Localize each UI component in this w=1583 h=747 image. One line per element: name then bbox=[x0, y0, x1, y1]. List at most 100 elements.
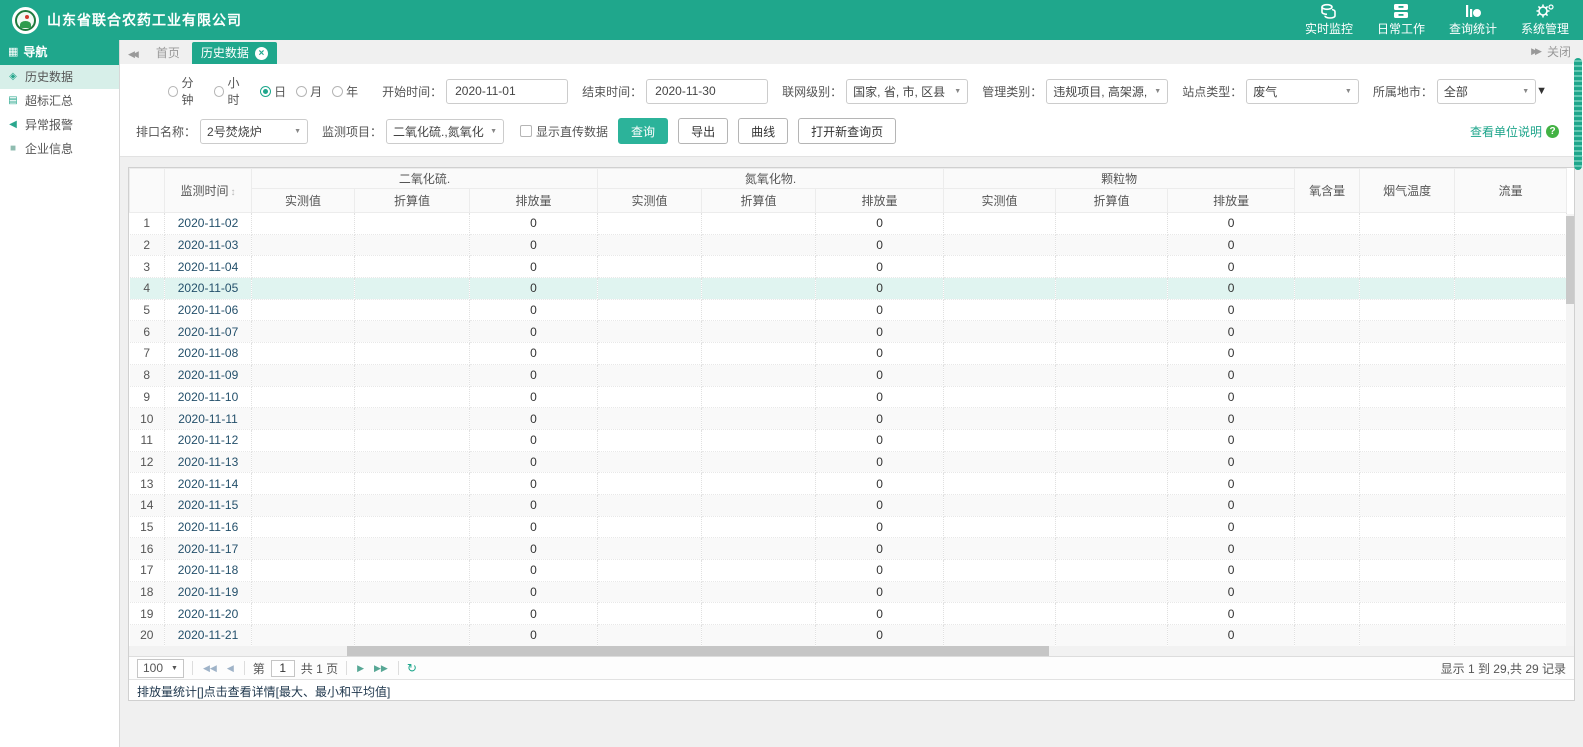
table-row[interactable]: 72020-11-08000 bbox=[130, 343, 1567, 365]
value-cell bbox=[702, 625, 816, 646]
value-cell bbox=[1295, 364, 1360, 386]
collapse-filters-icon[interactable]: ▼ bbox=[1536, 85, 1547, 97]
table-row[interactable]: 62020-11-07000 bbox=[130, 321, 1567, 343]
prev-page-button[interactable]: ◀ bbox=[225, 663, 236, 674]
sidebar-item-enterprise-info[interactable]: ■ 企业信息 bbox=[0, 137, 119, 161]
city-select[interactable]: 全部▼ bbox=[1437, 79, 1536, 104]
value-cell: 0 bbox=[816, 473, 944, 495]
period-radio-minute[interactable]: 分钟 bbox=[168, 74, 204, 108]
table-row[interactable]: 172020-11-18000 bbox=[130, 560, 1567, 582]
row-number-cell: 1 bbox=[130, 213, 165, 235]
first-page-button[interactable]: ◀◀ bbox=[201, 663, 219, 674]
table-row[interactable]: 22020-11-03000 bbox=[130, 234, 1567, 256]
nav-daily-work[interactable]: 日常工作 bbox=[1375, 3, 1427, 37]
export-button[interactable]: 导出 bbox=[678, 118, 728, 144]
value-cell: 0 bbox=[816, 538, 944, 560]
tab-bar: ◀◀ 首页 历史数据 × ▶▶ 关闭 bbox=[120, 40, 1583, 64]
sidebar-item-exceed-summary[interactable]: ▤ 超标汇总 bbox=[0, 89, 119, 113]
scroll-tabs-right-icon[interactable]: ▶▶ bbox=[1531, 46, 1539, 57]
page-scrollbar[interactable] bbox=[1574, 58, 1582, 170]
value-cell bbox=[1360, 560, 1455, 582]
table-row[interactable]: 202020-11-21000 bbox=[130, 625, 1567, 646]
value-cell bbox=[702, 429, 816, 451]
table-row[interactable]: 52020-11-06000 bbox=[130, 299, 1567, 321]
value-cell: 0 bbox=[1168, 343, 1295, 365]
table-row[interactable]: 42020-11-05000 bbox=[130, 278, 1567, 300]
value-cell bbox=[1360, 581, 1455, 603]
query-button[interactable]: 查询 bbox=[618, 118, 668, 144]
value-cell bbox=[1360, 516, 1455, 538]
table-row[interactable]: 32020-11-04000 bbox=[130, 256, 1567, 278]
page-suffix: 共 1 页 bbox=[301, 660, 338, 677]
sidebar-item-history-data[interactable]: ◈ 历史数据 bbox=[0, 65, 119, 89]
nav-system-manage[interactable]: 系统管理 bbox=[1519, 3, 1571, 37]
table-row[interactable]: 142020-11-15000 bbox=[130, 494, 1567, 516]
value-cell bbox=[355, 581, 470, 603]
value-cell bbox=[252, 581, 355, 603]
view-unit-note-link[interactable]: 查看单位说明 ? bbox=[1470, 123, 1559, 140]
chevron-down-icon: ▼ bbox=[294, 128, 301, 135]
period-radio-year[interactable]: 年 bbox=[332, 83, 358, 100]
table-row[interactable]: 192020-11-20000 bbox=[130, 603, 1567, 625]
tab-home[interactable]: 首页 bbox=[144, 42, 192, 64]
value-cell: 0 bbox=[470, 256, 598, 278]
horizontal-scrollbar-thumb[interactable] bbox=[347, 646, 1049, 656]
outlet-select[interactable]: 2号焚烧炉▼ bbox=[200, 119, 308, 144]
table-row[interactable]: 132020-11-14000 bbox=[130, 473, 1567, 495]
table-row[interactable]: 122020-11-13000 bbox=[130, 451, 1567, 473]
date-cell: 2020-11-19 bbox=[165, 581, 252, 603]
close-tabs-menu[interactable]: 关闭 bbox=[1547, 43, 1571, 60]
direct-data-checkbox[interactable] bbox=[520, 125, 532, 137]
station-type-select[interactable]: 废气▼ bbox=[1246, 79, 1359, 104]
column-header-time[interactable]: 监测时间↕ bbox=[165, 169, 252, 213]
period-radio-month[interactable]: 月 bbox=[296, 83, 322, 100]
radio-icon bbox=[214, 86, 224, 97]
value-cell bbox=[1056, 494, 1168, 516]
value-cell: 0 bbox=[816, 278, 944, 300]
network-level-select[interactable]: 国家, 省, 市, 区县▼ bbox=[846, 79, 968, 104]
table-row[interactable]: 112020-11-12000 bbox=[130, 429, 1567, 451]
table-row[interactable]: 92020-11-10000 bbox=[130, 386, 1567, 408]
table-row[interactable]: 152020-11-16000 bbox=[130, 516, 1567, 538]
value-cell bbox=[944, 213, 1056, 235]
vertical-scrollbar-thumb[interactable] bbox=[1566, 216, 1574, 304]
curve-button[interactable]: 曲线 bbox=[738, 118, 788, 144]
last-page-button[interactable]: ▶▶ bbox=[372, 663, 390, 674]
emission-stats-link[interactable]: 排放量统计[]点击查看详情[最大、最小和平均值] bbox=[129, 679, 1574, 700]
sort-icon[interactable]: ↕ bbox=[231, 187, 236, 198]
table-row[interactable]: 162020-11-17000 bbox=[130, 538, 1567, 560]
table-row[interactable]: 82020-11-09000 bbox=[130, 364, 1567, 386]
tab-history-data[interactable]: 历史数据 × bbox=[192, 42, 277, 64]
vertical-scrollbar[interactable] bbox=[1566, 214, 1574, 646]
table-row[interactable]: 182020-11-19000 bbox=[130, 581, 1567, 603]
end-time-input[interactable] bbox=[646, 79, 768, 104]
date-cell: 2020-11-20 bbox=[165, 603, 252, 625]
table-row[interactable]: 12020-11-02000 bbox=[130, 213, 1567, 235]
manage-type-select[interactable]: 违规项目, 高架源,▼ bbox=[1046, 79, 1168, 104]
refresh-icon[interactable]: ↻ bbox=[407, 661, 417, 675]
date-cell: 2020-11-15 bbox=[165, 494, 252, 516]
start-time-input[interactable] bbox=[446, 79, 568, 104]
period-radio-hour[interactable]: 小时 bbox=[214, 74, 250, 108]
page-size-select[interactable]: 100 ▼ bbox=[137, 659, 184, 678]
scroll-tabs-left-icon[interactable]: ◀◀ bbox=[128, 49, 136, 60]
horizontal-scrollbar[interactable] bbox=[129, 646, 1574, 656]
row-number-cell: 6 bbox=[130, 321, 165, 343]
value-cell: 0 bbox=[470, 451, 598, 473]
close-tab-icon[interactable]: × bbox=[255, 47, 268, 60]
period-radio-day[interactable]: 日 bbox=[260, 83, 286, 100]
header-corner bbox=[130, 169, 165, 213]
open-new-query-button[interactable]: 打开新查询页 bbox=[798, 118, 896, 144]
value-cell bbox=[252, 386, 355, 408]
nav-realtime-monitor[interactable]: 实时监控 bbox=[1303, 3, 1355, 37]
monitor-items-select[interactable]: 二氧化硫.,氮氧化▼ bbox=[386, 119, 504, 144]
nav-query-stats[interactable]: 查询统计 bbox=[1447, 3, 1499, 37]
table-row[interactable]: 102020-11-11000 bbox=[130, 408, 1567, 430]
value-cell: 0 bbox=[470, 603, 598, 625]
page-number-input[interactable] bbox=[271, 660, 295, 677]
value-cell bbox=[702, 234, 816, 256]
value-cell: 0 bbox=[816, 516, 944, 538]
sidebar-item-abnormal-alarm[interactable]: ◀ 异常报警 bbox=[0, 113, 119, 137]
next-page-button[interactable]: ▶ bbox=[355, 663, 366, 674]
value-cell: 0 bbox=[816, 560, 944, 582]
